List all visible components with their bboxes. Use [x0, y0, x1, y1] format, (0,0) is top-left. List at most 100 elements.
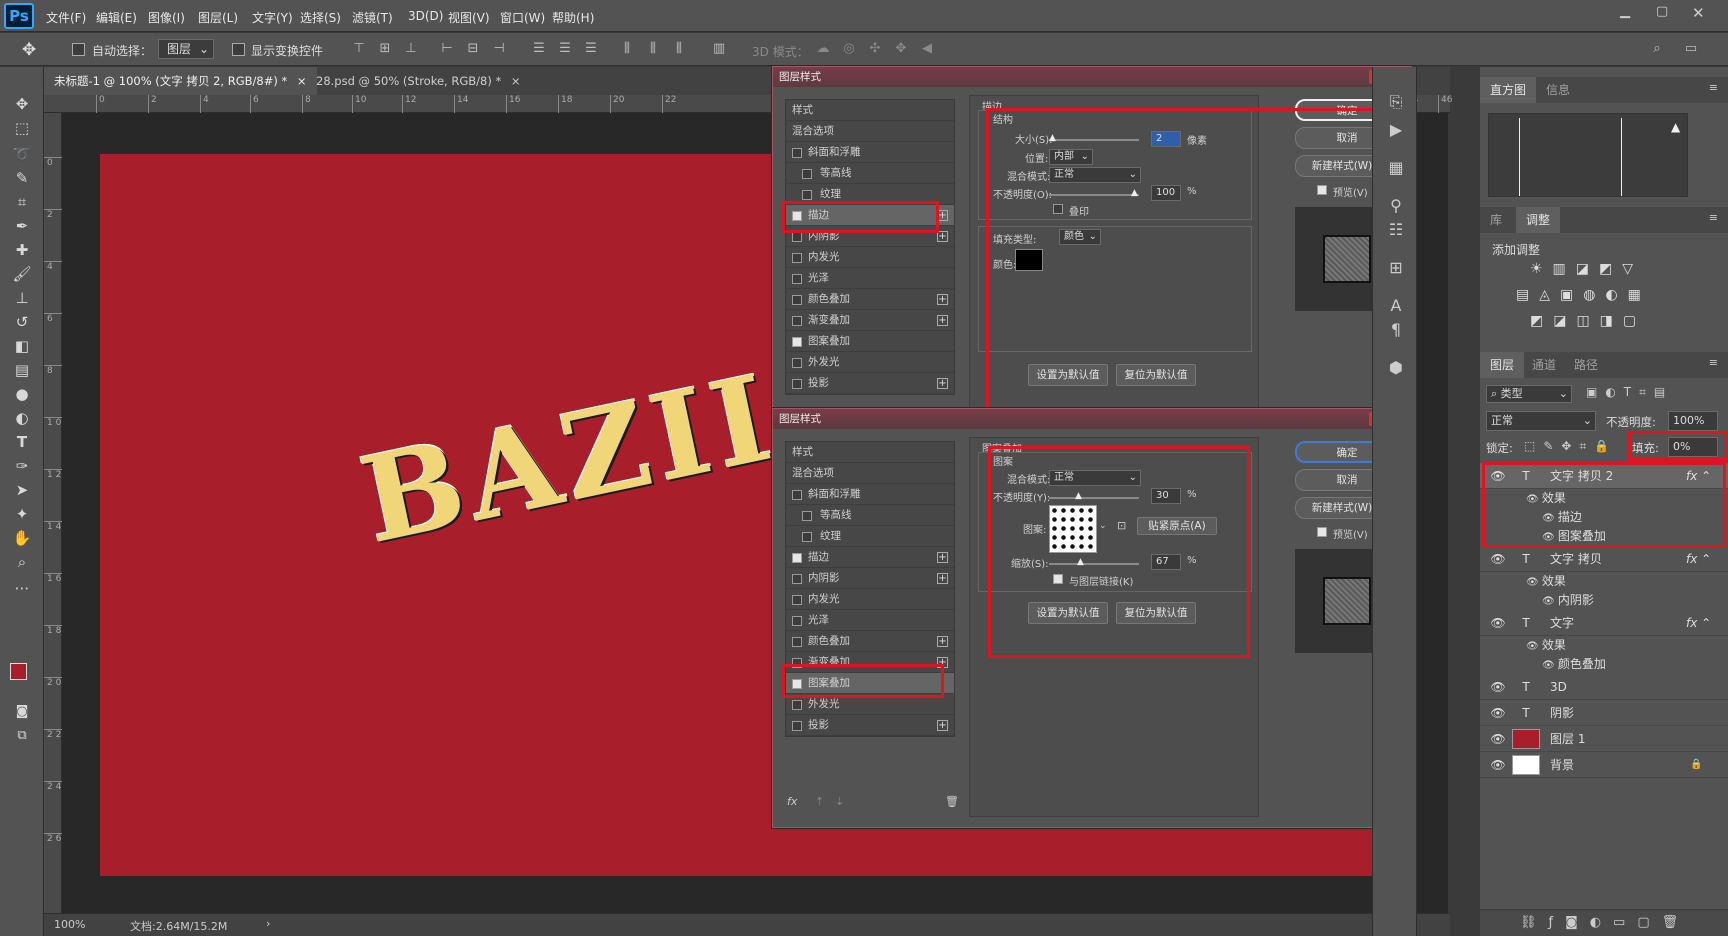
style-checkbox[interactable]: [792, 721, 802, 731]
style-list-item[interactable]: 投影 +: [786, 373, 954, 394]
style-list-item[interactable]: 纹理: [786, 526, 954, 547]
type-tool-icon[interactable]: T: [10, 431, 34, 453]
layer-row[interactable]: 👁 T 3D: [1480, 674, 1728, 700]
layer-effect-item[interactable]: 👁 图案叠加: [1542, 527, 1606, 546]
menu-item[interactable]: 图像(I): [148, 9, 185, 26]
opacity-slider[interactable]: [1049, 497, 1139, 499]
style-list-item[interactable]: 等高线: [786, 505, 954, 526]
style-checkbox[interactable]: [792, 637, 802, 647]
add-style-icon[interactable]: +: [937, 378, 948, 389]
move-down-icon[interactable]: ⇣: [835, 795, 844, 808]
layer-name[interactable]: 文字 拷贝 2: [1550, 463, 1613, 489]
auto-select-checkbox[interactable]: [72, 43, 85, 56]
overprint-checkbox[interactable]: [1053, 204, 1063, 214]
fx-icon[interactable]: fx: [787, 795, 797, 808]
eye-icon[interactable]: 👁: [1526, 494, 1542, 505]
style-list-item[interactable]: 样式: [786, 442, 954, 463]
style-checkbox[interactable]: [792, 316, 802, 326]
eye-icon[interactable]: 👁: [1490, 674, 1506, 700]
panel-menu-icon[interactable]: ≡: [1709, 356, 1718, 369]
style-checkbox[interactable]: [792, 148, 802, 158]
reset-default-button[interactable]: 复位为默认值: [1116, 602, 1196, 624]
add-style-icon[interactable]: +: [937, 573, 948, 584]
opacity-slider-thumb[interactable]: ▲: [1075, 491, 1082, 501]
layer-name[interactable]: 阴影: [1550, 700, 1574, 726]
distribute-right-icon[interactable]: ⫼: [672, 42, 686, 56]
style-list-item[interactable]: 投影 +: [786, 715, 954, 736]
style-list-item[interactable]: 渐变叠加 +: [786, 652, 954, 673]
zoom-tool-icon[interactable]: ⌕: [10, 551, 34, 573]
eye-icon[interactable]: 👁: [1490, 752, 1506, 778]
style-list-item[interactable]: 光泽: [786, 610, 954, 631]
pen-tool-icon[interactable]: ✑: [10, 455, 34, 477]
preview-checkbox[interactable]: [1317, 527, 1327, 537]
menu-item[interactable]: 3D(D): [408, 9, 443, 23]
style-list-item[interactable]: 内阴影 +: [786, 568, 954, 589]
eye-icon[interactable]: 👁: [1526, 577, 1542, 588]
quick-select-tool-icon[interactable]: ✎: [10, 167, 34, 189]
add-style-icon[interactable]: +: [937, 315, 948, 326]
dodge-tool-icon[interactable]: ◐: [10, 407, 34, 429]
layer-fill-input[interactable]: 0%: [1668, 437, 1718, 457]
style-checkbox[interactable]: [792, 574, 802, 584]
more-tools-icon[interactable]: ⋯: [10, 577, 34, 599]
menu-item[interactable]: 文件(F): [46, 9, 86, 26]
style-checkbox[interactable]: [792, 700, 802, 710]
eye-icon[interactable]: 👁: [1542, 596, 1558, 607]
actions-panel-icon[interactable]: ▶: [1385, 119, 1407, 141]
distribute-hcenter-icon[interactable]: ⫼: [646, 42, 660, 56]
style-checkbox[interactable]: [802, 190, 812, 200]
position-select[interactable]: 内部 ⌄: [1049, 149, 1093, 165]
swatches-panel-icon[interactable]: ▦: [1385, 157, 1407, 179]
snap-origin-button[interactable]: 贴紧原点(A): [1137, 517, 1217, 535]
move-tool-icon[interactable]: ✥: [22, 40, 36, 60]
align-top-icon[interactable]: ⊤: [352, 42, 366, 56]
adjustment-icons-row3[interactable]: ◩◪◫◨▢: [1530, 313, 1646, 329]
size-slider-thumb[interactable]: ▲: [1049, 133, 1056, 143]
pattern-dropdown-icon[interactable]: ⌄: [1099, 521, 1107, 531]
style-checkbox[interactable]: [792, 337, 802, 347]
lock-icons[interactable]: ⬚✎✥⌗🔒: [1524, 439, 1617, 454]
preview-checkbox[interactable]: [1317, 185, 1327, 195]
eyedropper-tool-icon[interactable]: ✒: [10, 215, 34, 237]
healing-tool-icon[interactable]: ✚: [10, 239, 34, 261]
show-transform-checkbox[interactable]: [232, 43, 245, 56]
add-style-icon[interactable]: +: [937, 210, 948, 221]
layer-name[interactable]: 文字: [1550, 610, 1574, 636]
menu-item[interactable]: 文字(Y): [252, 9, 293, 26]
layer-blend-select[interactable]: 正常 ⌄: [1486, 411, 1596, 431]
style-checkbox[interactable]: [792, 553, 802, 563]
menu-item[interactable]: 帮助(H): [552, 9, 594, 26]
stroke-color-swatch[interactable]: [1015, 249, 1043, 271]
tab-layers[interactable]: 图层: [1480, 352, 1525, 378]
eye-icon[interactable]: 👁: [1542, 532, 1558, 543]
paragraph-panel-icon[interactable]: ¶: [1385, 319, 1407, 341]
add-style-icon[interactable]: +: [937, 294, 948, 305]
align-hcenter-icon[interactable]: ⊟: [466, 42, 480, 56]
panel-menu-icon[interactable]: ≡: [1709, 211, 1718, 224]
tab-untitled-1[interactable]: 未标题-1 @ 100% (文字 拷贝 2, RGB/8#) * ×: [44, 67, 317, 95]
fill-type-select[interactable]: 颜色 ⌄: [1059, 229, 1101, 245]
menu-item[interactable]: 视图(V): [448, 9, 490, 26]
close-icon[interactable]: ✕: [1692, 4, 1705, 22]
minimize-icon[interactable]: ▁: [1620, 4, 1630, 19]
add-style-icon[interactable]: +: [937, 720, 948, 731]
add-style-icon[interactable]: +: [937, 657, 948, 668]
align-bottom-icon[interactable]: ⊥: [404, 42, 418, 56]
menu-item[interactable]: 滤镜(T): [352, 9, 393, 26]
layer-effect-item[interactable]: 👁 效果: [1526, 572, 1566, 591]
eye-icon[interactable]: 👁: [1526, 641, 1542, 652]
style-list-item[interactable]: 斜面和浮雕: [786, 484, 954, 505]
opacity-input[interactable]: 100: [1151, 185, 1181, 201]
style-checkbox[interactable]: [792, 274, 802, 284]
align-vcenter-icon[interactable]: ⊞: [378, 42, 392, 56]
eraser-tool-icon[interactable]: ◧: [10, 335, 34, 357]
layer-row[interactable]: 👁 T 文字 拷贝 fx ⌃: [1480, 546, 1728, 572]
style-list-item[interactable]: 颜色叠加 +: [786, 631, 954, 652]
screen-mode-icon[interactable]: ⧉: [10, 725, 34, 747]
panel-menu-icon[interactable]: ≡: [1709, 81, 1718, 94]
add-style-icon[interactable]: +: [937, 636, 948, 647]
auto-align-icon[interactable]: ▥: [712, 42, 726, 56]
fx-icon[interactable]: fx ⌃: [1686, 610, 1711, 636]
menu-item[interactable]: 图层(L): [198, 9, 238, 26]
